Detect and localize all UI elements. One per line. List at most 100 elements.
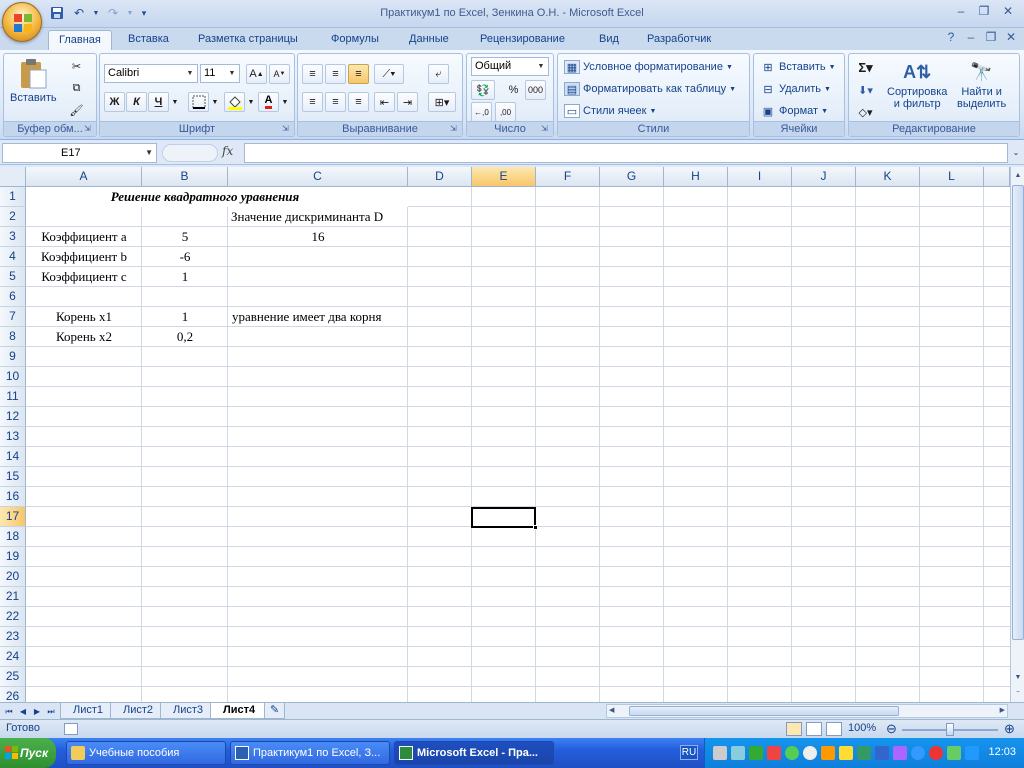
- row-header[interactable]: 22: [0, 607, 26, 627]
- expand-formula-bar-icon[interactable]: ⌄: [1010, 145, 1022, 161]
- sheet-tab-4[interactable]: Лист4: [210, 703, 269, 719]
- align-right-button[interactable]: ≡: [348, 92, 369, 112]
- format-painter-icon[interactable]: 🖌: [66, 100, 87, 120]
- row-header[interactable]: 14: [0, 447, 26, 467]
- tray-app-icon[interactable]: [839, 746, 853, 760]
- font-size-combo[interactable]: 11 ▼: [200, 64, 240, 83]
- cell-a5[interactable]: Коэффициент c: [26, 267, 142, 287]
- tray-app-icon[interactable]: [749, 746, 763, 760]
- insert-cells-button[interactable]: ⊞ Вставить ▼: [760, 60, 835, 74]
- cell-styles-button[interactable]: ▭ Стили ячеек ▼: [564, 104, 656, 118]
- find-select-button[interactable]: 🔭 Найти и выделить: [957, 58, 1006, 110]
- row-header[interactable]: 6: [0, 287, 26, 307]
- align-top-button[interactable]: ≡: [302, 64, 323, 84]
- cell-b5[interactable]: 1: [142, 267, 228, 287]
- select-all-corner[interactable]: [0, 167, 26, 187]
- sheet-tab-3[interactable]: Лист3: [160, 703, 217, 719]
- align-center-button[interactable]: ≡: [325, 92, 346, 112]
- align-middle-button[interactable]: ≡: [325, 64, 346, 84]
- row-header[interactable]: 23: [0, 627, 26, 647]
- column-header-j[interactable]: J: [792, 167, 856, 187]
- cell-b4[interactable]: -6: [142, 247, 228, 267]
- row-header[interactable]: 1: [0, 187, 26, 207]
- font-launcher-icon[interactable]: ⇲: [282, 124, 292, 134]
- fill-color-button[interactable]: [224, 92, 245, 112]
- borders-dropdown-icon[interactable]: ▼: [210, 92, 220, 112]
- sheet-tab-1[interactable]: Лист1: [60, 703, 117, 719]
- column-header-g[interactable]: G: [600, 167, 664, 187]
- cell-a3[interactable]: Коэффициент a: [26, 227, 142, 247]
- taskbar-folder-button[interactable]: Учебные пособия: [66, 741, 226, 765]
- sort-filter-button[interactable]: A⇅ Сортировка и фильтр: [887, 58, 947, 110]
- scroll-up-icon[interactable]: ▲: [1012, 169, 1024, 183]
- minimize-button[interactable]: –: [950, 3, 972, 21]
- cell-a7[interactable]: Корень x1: [26, 307, 142, 327]
- row-header[interactable]: 8: [0, 327, 26, 347]
- scroll-left-icon[interactable]: ◀: [609, 705, 614, 717]
- insert-function-button[interactable]: fx: [222, 144, 242, 162]
- fill-color-dropdown-icon[interactable]: ▼: [246, 92, 256, 112]
- scroll-right-icon[interactable]: ▶: [1000, 705, 1005, 717]
- tray-app-icon[interactable]: [947, 746, 961, 760]
- tab-home[interactable]: Главная: [48, 30, 112, 50]
- row-header[interactable]: 12: [0, 407, 26, 427]
- number-format-combo[interactable]: Общий ▼: [471, 57, 549, 76]
- row-header[interactable]: 3: [0, 227, 26, 247]
- fill-handle[interactable]: [533, 525, 538, 530]
- workbook-close-button[interactable]: ✕: [1000, 29, 1022, 47]
- shrink-font-button[interactable]: A ▼: [269, 64, 290, 84]
- worksheet-grid[interactable]: A B C D E F G H I J K L 1 2 3 4 5 6 7 8 …: [0, 167, 1010, 702]
- insert-sheet-icon[interactable]: ✎: [264, 703, 286, 719]
- row-header[interactable]: 5: [0, 267, 26, 287]
- wrap-text-button[interactable]: ⤶: [428, 64, 449, 84]
- underline-button[interactable]: Ч: [148, 92, 169, 112]
- ribbon-restore-button[interactable]: ❐: [980, 29, 1002, 47]
- clipboard-launcher-icon[interactable]: ⇲: [84, 124, 94, 134]
- tab-developer[interactable]: Разработчик: [637, 30, 721, 50]
- tray-app-icon[interactable]: [857, 746, 871, 760]
- bold-button[interactable]: Ж: [104, 92, 125, 112]
- next-sheet-icon[interactable]: ▶: [31, 705, 43, 718]
- row-header[interactable]: 15: [0, 467, 26, 487]
- row-header[interactable]: 7: [0, 307, 26, 327]
- name-box[interactable]: E17 ▼: [2, 143, 157, 163]
- delete-cells-button[interactable]: ⊟ Удалить ▼: [760, 82, 831, 96]
- increase-indent-button[interactable]: ⇥: [397, 92, 418, 112]
- row-header[interactable]: 19: [0, 547, 26, 567]
- decrease-decimal-button[interactable]: ,00: [495, 102, 516, 122]
- restore-button[interactable]: ❐: [973, 3, 995, 21]
- tray-app-icon[interactable]: [875, 746, 889, 760]
- zoom-level[interactable]: 100%: [848, 722, 876, 734]
- cut-icon[interactable]: ✂: [66, 56, 87, 76]
- page-layout-view-icon[interactable]: [806, 722, 822, 736]
- close-button[interactable]: ✕: [997, 3, 1019, 21]
- clear-icon[interactable]: ◇▾: [855, 102, 876, 122]
- autosum-icon[interactable]: Σ▾: [855, 58, 876, 78]
- tab-data[interactable]: Данные: [399, 30, 459, 50]
- row-header[interactable]: 20: [0, 567, 26, 587]
- row-header[interactable]: 2: [0, 207, 26, 227]
- scroll-down-icon[interactable]: ▼: [1012, 671, 1024, 685]
- tray-app-icon[interactable]: [731, 746, 745, 760]
- bluetooth-icon[interactable]: [965, 746, 979, 760]
- vertical-scrollbar[interactable]: ▲ ▼ ⎯: [1010, 167, 1024, 702]
- row-header[interactable]: 16: [0, 487, 26, 507]
- decrease-indent-button[interactable]: ⇤: [374, 92, 395, 112]
- row-header[interactable]: 11: [0, 387, 26, 407]
- grow-font-button[interactable]: A ▲: [246, 64, 267, 84]
- tab-insert[interactable]: Вставка: [118, 30, 179, 50]
- tray-app-icon[interactable]: [821, 746, 835, 760]
- tab-page-layout[interactable]: Разметка страницы: [188, 30, 308, 50]
- row-header[interactable]: 4: [0, 247, 26, 267]
- font-color-button[interactable]: A: [258, 92, 279, 112]
- row-header[interactable]: 13: [0, 427, 26, 447]
- zoom-slider-knob[interactable]: [946, 723, 954, 736]
- ribbon-minimize-button[interactable]: –: [960, 29, 982, 47]
- cell-a8[interactable]: Корень x2: [26, 327, 142, 347]
- row-header[interactable]: 24: [0, 647, 26, 667]
- alignment-launcher-icon[interactable]: ⇲: [450, 124, 460, 134]
- column-header-a[interactable]: A: [26, 167, 142, 187]
- cell-b7[interactable]: 1: [142, 307, 228, 327]
- number-launcher-icon[interactable]: ⇲: [541, 124, 551, 134]
- copy-icon[interactable]: ⧉: [66, 78, 87, 98]
